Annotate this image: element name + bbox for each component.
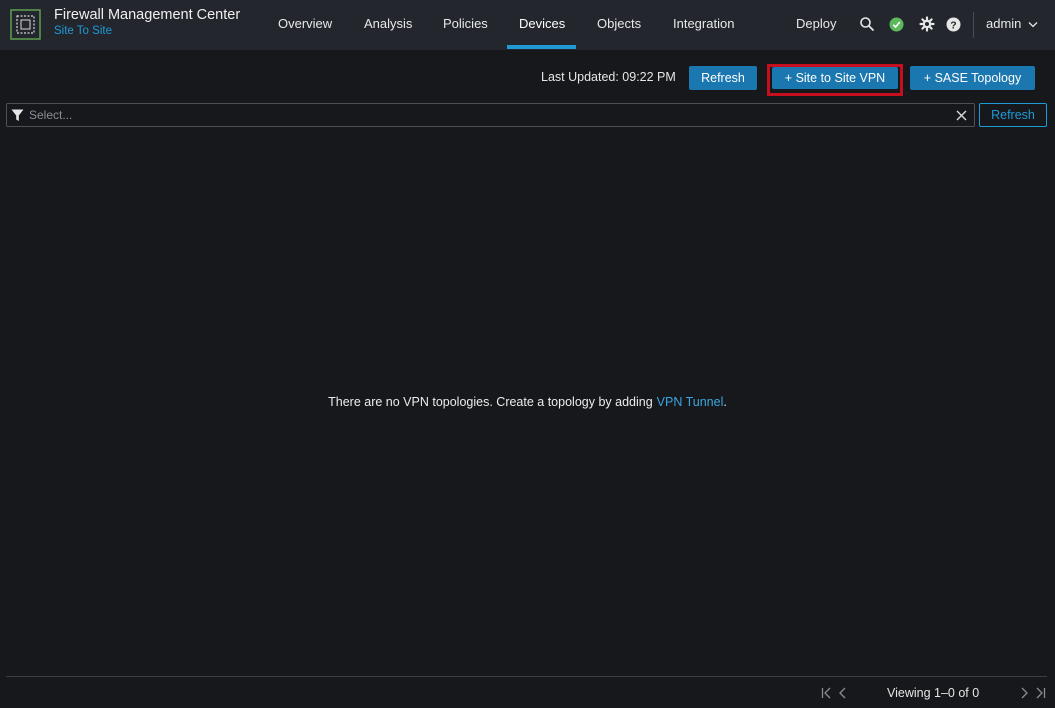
nav-integration[interactable]: Integration [673,0,734,50]
empty-state-suffix: . [723,395,727,409]
nav-policies[interactable]: Policies [443,0,488,50]
app-title: Firewall Management Center [54,7,241,23]
top-navigation-bar: Firewall Management Center Site To Site … [0,0,1055,50]
filter-input[interactable]: Select... [6,103,975,127]
header-divider [973,12,974,38]
user-name: admin [986,16,1022,31]
next-page-icon[interactable] [1017,686,1031,700]
filter-placeholder: Select... [29,108,73,122]
previous-page-icon[interactable] [836,686,850,700]
svg-text:?: ? [950,19,956,31]
footer-divider [6,676,1047,677]
add-site-to-site-vpn-button[interactable]: + Site to Site VPN [772,67,898,89]
status-ok-icon[interactable] [889,17,904,32]
pagination-status: Viewing 1–0 of 0 [887,686,980,700]
page-breadcrumb[interactable]: Site To Site [54,25,112,37]
filter-icon [11,109,24,121]
last-page-icon[interactable] [1033,686,1047,700]
add-sase-topology-button[interactable]: + SASE Topology [910,66,1035,90]
nav-devices[interactable]: Devices [519,0,565,50]
help-icon[interactable]: ? [946,17,961,32]
refresh-button[interactable]: Refresh [689,66,757,90]
empty-state-message: There are no VPN topologies. Create a to… [0,395,1055,409]
vpn-tunnel-link[interactable]: VPN Tunnel [657,395,724,409]
clear-icon[interactable] [956,110,967,121]
user-menu[interactable]: admin [986,0,1038,50]
last-updated-text: Last Updated: 09:22 PM [541,70,676,84]
search-icon[interactable] [859,16,875,32]
nav-objects[interactable]: Objects [597,0,641,50]
nav-overview[interactable]: Overview [278,0,332,50]
app-logo-icon [10,9,41,40]
deploy-button[interactable]: Deploy [796,0,836,50]
active-tab-indicator [507,45,576,49]
nav-analysis[interactable]: Analysis [364,0,412,50]
filter-refresh-button[interactable]: Refresh [979,103,1047,127]
first-page-icon[interactable] [820,686,834,700]
gear-icon[interactable] [919,16,935,32]
empty-state-text: There are no VPN topologies. Create a to… [328,395,653,409]
chevron-down-icon [1028,22,1038,28]
